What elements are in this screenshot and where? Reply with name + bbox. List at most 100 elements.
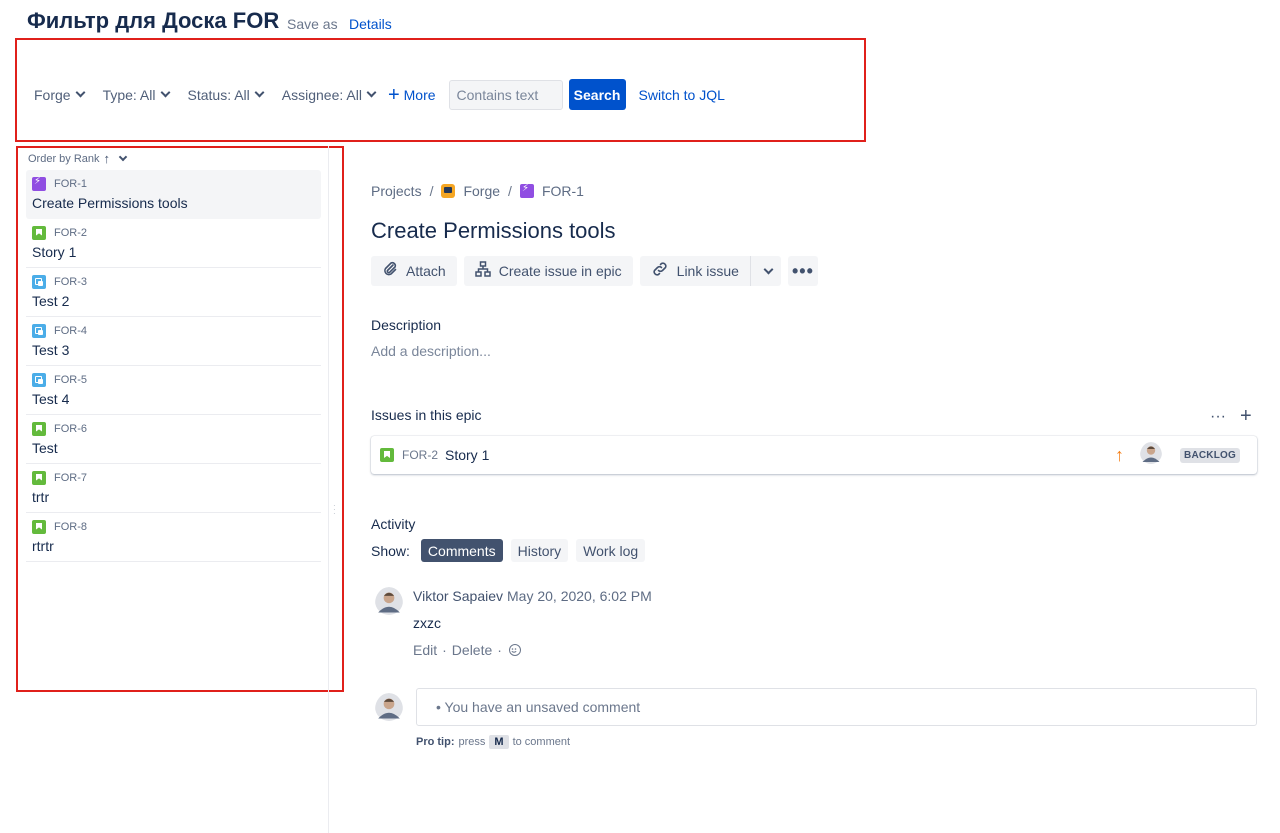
hierarchy-icon	[474, 260, 491, 282]
pro-tip: Pro tip: press M to comment	[416, 735, 570, 749]
issue-title[interactable]: Create Permissions tools	[371, 218, 616, 244]
issue-key: FOR-1	[54, 177, 87, 190]
breadcrumb-project-label: Forge	[463, 183, 501, 199]
status-filter[interactable]: Status: All	[188, 87, 265, 103]
assignee-filter-label: Assignee: All	[281, 86, 362, 103]
keyboard-shortcut-key: M	[489, 735, 509, 749]
search-input[interactable]	[448, 79, 563, 110]
project-filter[interactable]: Forge	[34, 86, 86, 103]
link-icon	[651, 261, 669, 282]
list-item[interactable]: FOR-6 Test	[26, 415, 321, 464]
comment-actions: Edit · Delete ·	[413, 642, 521, 658]
order-by-control[interactable]: Order by Rank ↑	[28, 151, 128, 166]
pro-tip-suffix: to comment	[512, 736, 571, 748]
delete-comment-link[interactable]: Delete	[452, 642, 492, 658]
project-avatar-icon	[441, 184, 456, 198]
description-label: Description	[371, 317, 442, 333]
activity-label: Activity	[371, 516, 416, 532]
child-issue-key[interactable]: FOR-2	[402, 448, 438, 462]
more-dots-icon: •••	[791, 260, 814, 281]
chevron-down-icon	[160, 87, 170, 98]
list-item[interactable]: FOR-2 Story 1	[26, 219, 321, 268]
issues-in-epic-label: Issues in this epic	[371, 407, 482, 423]
project-filter-label: Forge	[34, 86, 71, 103]
create-issue-in-epic-label: Create issue in epic	[498, 263, 622, 279]
issue-list: FOR-1 Create Permissions tools FOR-2 Sto…	[26, 170, 321, 562]
panel-divider[interactable]	[328, 146, 329, 833]
list-item[interactable]: FOR-7 trtr	[26, 464, 321, 513]
list-item[interactable]: FOR-5 Test 4	[26, 366, 321, 415]
switch-to-jql-link[interactable]: Switch to JQL	[639, 87, 725, 103]
type-filter-label: Type: All	[102, 86, 156, 103]
more-actions-button[interactable]: •••	[787, 256, 818, 286]
paperclip-icon	[382, 261, 398, 282]
current-user-avatar	[375, 693, 403, 726]
pro-tip-label: Pro tip:	[416, 736, 455, 748]
edit-comment-link[interactable]: Edit	[413, 642, 437, 658]
description-field[interactable]: Add a description...	[371, 343, 491, 359]
chevron-down-icon	[366, 87, 377, 98]
assignee-avatar	[1140, 441, 1163, 469]
breadcrumb-projects[interactable]: Projects	[371, 183, 422, 199]
order-by-label: Order by Rank	[28, 152, 100, 165]
attach-button[interactable]: Attach	[371, 256, 457, 286]
list-item[interactable]: FOR-1 Create Permissions tools	[26, 170, 321, 219]
comment-body: zxzc	[413, 615, 441, 631]
more-filters-label: More	[403, 86, 436, 103]
issue-summary: Test 4	[32, 391, 70, 407]
epic-icon	[32, 176, 46, 191]
breadcrumb-separator: /	[508, 183, 512, 199]
separator-dot: ·	[442, 642, 447, 658]
issue-key: FOR-5	[54, 373, 87, 386]
save-as-link[interactable]: Save as	[287, 16, 338, 32]
child-issue-row[interactable]: FOR-2 Story 1 ↑ BACKLOG	[371, 436, 1257, 474]
breadcrumb-separator: /	[429, 183, 434, 199]
plus-icon[interactable]: +	[1240, 405, 1252, 428]
chevron-down-icon[interactable]	[118, 152, 128, 162]
type-filter[interactable]: Type: All	[102, 86, 170, 103]
more-dots-icon[interactable]: ···	[1210, 408, 1226, 426]
issue-key: FOR-6	[54, 422, 87, 435]
attach-label: Attach	[406, 263, 446, 279]
child-issue-summary[interactable]: Story 1	[445, 447, 1115, 463]
tab-comments[interactable]: Comments	[420, 539, 503, 562]
tab-history[interactable]: History	[510, 539, 569, 562]
list-item[interactable]: FOR-4 Test 3	[26, 317, 321, 366]
more-filters-button[interactable]: + More	[387, 83, 436, 106]
create-issue-in-epic-button[interactable]: Create issue in epic	[463, 256, 633, 286]
new-comment-field[interactable]: • You have an unsaved comment	[416, 688, 1257, 726]
details-link[interactable]: Details	[349, 16, 392, 32]
list-item[interactable]: FOR-8 rtrtr	[26, 513, 321, 562]
comment-timestamp: May 20, 2020, 6:02 PM	[507, 588, 652, 604]
chevron-down-icon	[763, 264, 774, 274]
activity-filter: Show: Comments History Work log	[371, 539, 653, 562]
comment-author[interactable]: Viktor Sapaiev	[413, 588, 503, 604]
emoji-reaction-icon[interactable]	[508, 644, 521, 656]
page-title: Фильтр для Доска FOR	[27, 8, 280, 33]
link-issue-button[interactable]: Link issue	[639, 256, 750, 286]
resize-handle-icon[interactable]: · · ·	[333, 502, 336, 518]
plus-icon: +	[387, 83, 400, 106]
assignee-filter[interactable]: Assignee: All	[281, 86, 377, 103]
story-icon	[380, 448, 394, 462]
breadcrumb-issue[interactable]: FOR-1	[519, 183, 584, 199]
separator-dot: ·	[497, 642, 502, 658]
tab-work-log[interactable]: Work log	[576, 539, 646, 562]
link-issue-dropdown[interactable]	[749, 256, 781, 286]
link-issue-label: Link issue	[676, 263, 739, 279]
search-button[interactable]: Search	[568, 79, 626, 110]
link-issue-split: Link issue	[639, 256, 781, 286]
breadcrumb: Projects / Forge / FOR-1	[371, 183, 584, 199]
list-item[interactable]: FOR-3 Test 2	[26, 268, 321, 317]
issue-summary: trtr	[32, 489, 50, 505]
chevron-down-icon	[254, 87, 265, 98]
test-icon	[32, 274, 46, 289]
filter-bar: Forge Type: All Status: All Assignee: Al…	[34, 79, 725, 110]
breadcrumb-project[interactable]: Forge	[441, 183, 500, 199]
epic-actions: ··· +	[1210, 405, 1252, 428]
arrow-up-icon[interactable]: ↑	[104, 151, 111, 166]
story-icon	[32, 225, 46, 240]
story-icon	[32, 470, 46, 485]
breadcrumb-issue-label: FOR-1	[541, 183, 584, 199]
chevron-down-icon	[75, 87, 86, 98]
